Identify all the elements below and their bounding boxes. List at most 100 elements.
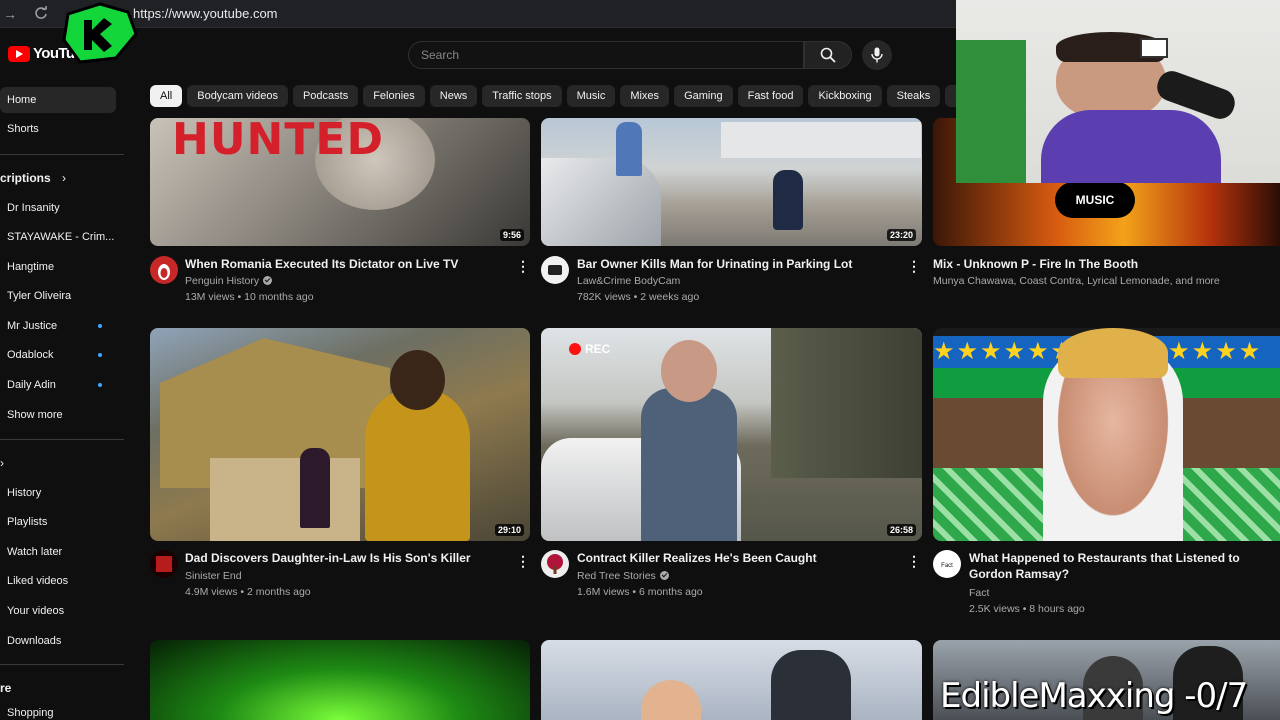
chip-fast-food[interactable]: Fast food <box>737 85 804 107</box>
chip-music[interactable]: Music <box>566 85 616 107</box>
sidebar: Home Shorts criptions › Dr Insanity STAY… <box>0 84 124 720</box>
chip-mixes[interactable]: Mixes <box>620 85 670 107</box>
kebab-icon[interactable]: ⋮ <box>907 553 921 569</box>
chip-steaks[interactable]: Steaks <box>886 85 941 107</box>
video-thumbnail[interactable]: 23:20 <box>541 118 922 246</box>
video-thumbnail[interactable]: REC 26:58 <box>541 328 922 541</box>
thumbnail-man <box>641 388 737 541</box>
video-meta: 13M views • 10 months ago <box>185 291 314 303</box>
verified-icon <box>659 571 669 580</box>
sidebar-item-downloads[interactable]: Downloads <box>0 628 116 654</box>
sidebar-divider <box>0 439 124 440</box>
thumbnail-music-badge: MUSIC <box>1055 182 1135 218</box>
video-meta: 1.6M views • 6 months ago <box>577 586 703 598</box>
svg-text:Fact: Fact <box>941 563 953 569</box>
video-meta: 2.5K views • 8 hours ago <box>969 603 1085 615</box>
video-title[interactable]: What Happened to Restaurants that Listen… <box>969 550 1275 582</box>
video-title[interactable]: When Romania Executed Its Dictator on Li… <box>185 256 505 272</box>
chip-kickboxing[interactable]: Kickboxing <box>808 85 882 107</box>
webcam-overlay <box>956 0 1280 183</box>
video-duration: 9:56 <box>499 229 524 241</box>
sidebar-item-label: Hangtime <box>7 261 55 273</box>
chip-podcasts[interactable]: Podcasts <box>292 85 359 107</box>
sidebar-item-liked-videos[interactable]: Liked videos <box>0 568 116 594</box>
video-title[interactable]: Contract Killer Realizes He's Been Caugh… <box>577 550 897 566</box>
video-channel[interactable]: Penguin History <box>185 275 273 287</box>
sidebar-item-dr-insanity[interactable]: Dr Insanity <box>0 195 116 221</box>
chip-partial[interactable]: F <box>945 85 956 107</box>
verified-icon <box>263 276 273 285</box>
sidebar-item-history[interactable]: History <box>0 480 116 506</box>
sidebar-item-label: Daily Adin <box>7 379 56 391</box>
address-bar[interactable]: https://www.youtube.com <box>133 6 278 21</box>
webcam-shirt <box>1041 110 1221 183</box>
sidebar-item-label: Tyler Oliveira <box>7 290 72 302</box>
sidebar-divider <box>0 664 124 665</box>
sidebar-item-daily-adin[interactable]: Daily Adin <box>0 372 116 398</box>
thumbnail-officer <box>771 650 851 720</box>
filter-chips: All Bodycam videos Podcasts Felonies News Tra… <box>150 85 956 109</box>
webcam-wall-picture <box>1140 38 1168 58</box>
sidebar-item-show-more[interactable]: Show more <box>0 402 116 428</box>
sidebar-item-playlists[interactable]: Playlists <box>0 509 116 535</box>
sidebar-item-tyler-oliveira[interactable]: Tyler Oliveira <box>0 283 116 309</box>
chip-news[interactable]: News <box>429 85 478 107</box>
search-button[interactable] <box>804 41 852 69</box>
sidebar-subscriptions-header[interactable]: criptions › <box>0 171 66 185</box>
sidebar-item-shorts[interactable]: Shorts <box>0 116 116 142</box>
chip-all[interactable]: All <box>150 85 183 107</box>
reload-icon[interactable] <box>33 6 49 22</box>
thumbnail-rec-label: REC <box>569 342 610 356</box>
sidebar-item-shopping[interactable]: Shopping <box>0 700 116 720</box>
video-thumbnail[interactable] <box>541 640 922 720</box>
back-icon[interactable]: → <box>2 6 18 22</box>
channel-avatar[interactable] <box>150 550 178 578</box>
rec-text: REC <box>585 342 611 356</box>
channel-avatar[interactable] <box>541 550 569 578</box>
channel-name: Red Tree Stories <box>577 570 656 582</box>
sidebar-item-label: Mr Justice <box>7 320 58 332</box>
sidebar-item-your-videos[interactable]: Your videos <box>0 598 116 624</box>
sidebar-item-home[interactable]: Home <box>0 87 116 113</box>
thumbnail-person <box>641 680 701 720</box>
video-channel[interactable]: Law&Crime BodyCam <box>577 275 680 287</box>
sidebar-you-header[interactable]: › <box>0 456 4 470</box>
search-input[interactable] <box>409 42 803 68</box>
video-channel[interactable]: Red Tree Stories <box>577 570 669 582</box>
chip-bodycam-videos[interactable]: Bodycam videos <box>187 85 288 107</box>
thumbnail-man <box>365 388 470 541</box>
kebab-icon[interactable]: ⋮ <box>516 258 530 274</box>
video-title[interactable]: Bar Owner Kills Man for Urinating in Par… <box>577 256 897 272</box>
video-meta: 782K views • 2 weeks ago <box>577 291 700 303</box>
channel-avatar[interactable] <box>541 256 569 284</box>
chip-traffic-stops[interactable]: Traffic stops <box>482 85 562 107</box>
chip-gaming[interactable]: Gaming <box>674 85 733 107</box>
video-thumbnail[interactable] <box>150 640 530 720</box>
video-duration: 26:58 <box>886 524 916 536</box>
video-thumbnail[interactable]: 29:10 <box>150 328 530 541</box>
sidebar-item-stayawake[interactable]: STAYAWAKE - Crim... <box>0 224 116 250</box>
sidebar-item-watch-later[interactable]: Watch later <box>0 539 116 565</box>
chip-felonies[interactable]: Felonies <box>363 85 425 107</box>
thumbnail-officer <box>773 170 803 230</box>
video-title[interactable]: Dad Discovers Daughter-in-Law Is His Son… <box>185 550 505 566</box>
video-title[interactable]: Mix - Unknown P - Fire In The Booth <box>933 256 1273 272</box>
sidebar-item-mr-justice[interactable]: Mr Justice <box>0 313 116 339</box>
thumbnail-person <box>616 122 642 176</box>
channel-avatar[interactable] <box>150 256 178 284</box>
thumbnail-text: HUNTED <box>172 118 384 165</box>
kebab-icon[interactable]: ⋮ <box>516 553 530 569</box>
video-channel[interactable]: Fact <box>969 587 989 599</box>
sidebar-item-hangtime[interactable]: Hangtime <box>0 254 116 280</box>
channel-avatar[interactable]: Fact <box>933 550 961 578</box>
video-channel[interactable]: Munya Chawawa, Coast Contra, Lyrical Lem… <box>933 275 1273 287</box>
sidebar-divider <box>0 154 124 155</box>
voice-search-button[interactable] <box>862 40 892 70</box>
sidebar-item-odablock[interactable]: Odablock <box>0 342 116 368</box>
search-box[interactable] <box>408 41 804 69</box>
kebab-icon[interactable]: ⋮ <box>907 258 921 274</box>
video-thumbnail[interactable]: ★★★★★★★★★★★★★★ <box>933 328 1280 541</box>
stream-overlay-logo <box>58 0 142 66</box>
video-thumbnail[interactable]: HUNTED 9:56 <box>150 118 530 246</box>
video-channel[interactable]: Sinister End <box>185 570 242 582</box>
